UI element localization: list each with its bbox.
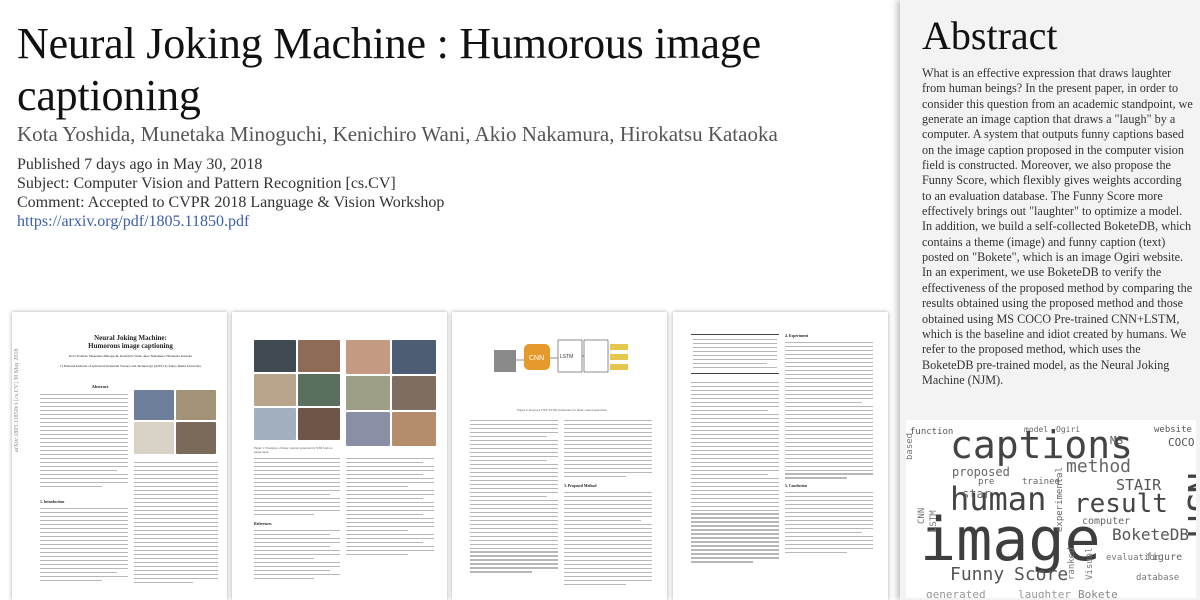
thumb-intro-heading: 1. Introduction bbox=[40, 500, 65, 504]
thumb-figure-photo bbox=[392, 412, 436, 446]
thumb-figure-photo bbox=[176, 390, 216, 420]
thumb-column-text bbox=[691, 382, 779, 565]
thumb-figure-photo bbox=[254, 340, 296, 372]
thumb-column-text bbox=[564, 420, 652, 480]
thumb-figure-photo bbox=[392, 376, 436, 410]
wordcloud-word: Visual bbox=[1085, 547, 1095, 580]
page-thumbnail-4[interactable]: 4. Experiment 5. Conclusion bbox=[673, 312, 888, 600]
wordcloud-word: STAIR bbox=[1116, 476, 1162, 494]
wordcloud-word: function bbox=[910, 427, 953, 437]
thumb-column-text bbox=[564, 492, 652, 588]
thumb-figure-caption: Figure 1: Examples of funny captions gen… bbox=[254, 446, 333, 454]
wordcloud-word: based bbox=[906, 433, 915, 460]
thumb-figure-photo bbox=[298, 408, 340, 440]
thumb-references-heading: References bbox=[254, 522, 272, 526]
flow-label-lstm: LSTM bbox=[560, 354, 573, 360]
wordcloud-word: ranked bbox=[1067, 547, 1077, 580]
abstract-text: What is an effective expression that dra… bbox=[922, 66, 1193, 387]
thumb-method-heading: 3. Proposed Method bbox=[564, 484, 597, 488]
thumb-figure-photo bbox=[298, 374, 340, 406]
page-thumbnail-2[interactable]: Figure 1: Examples of funny captions gen… bbox=[232, 312, 447, 600]
paper-pdf-link[interactable]: https://arxiv.org/pdf/1805.11850.pdf bbox=[17, 213, 249, 230]
wordcloud-word: evaluation bbox=[1106, 553, 1160, 563]
thumb-figure-photo bbox=[346, 376, 390, 410]
wordcloud-word: LSTM bbox=[929, 510, 939, 532]
thumb-abstract-heading: Abstract bbox=[91, 384, 109, 389]
thumb-column-text bbox=[785, 492, 873, 556]
comment-line: Comment: Accepted to CVPR 2018 Language … bbox=[17, 194, 445, 211]
thumb-figure-photo bbox=[254, 374, 296, 406]
wordcloud-word: website bbox=[1154, 425, 1192, 435]
thumb-column-text bbox=[254, 458, 340, 518]
thumb-figure-photo bbox=[134, 422, 174, 454]
page-thumbnail-3[interactable]: CNN LSTM Figure 2: Proposed CNN+LSTM arc… bbox=[452, 312, 667, 600]
thumb-figure-photo bbox=[176, 422, 216, 454]
wordcloud-word: generated bbox=[926, 588, 986, 598]
thumb-column-text bbox=[785, 342, 873, 481]
thumb-figure-photo bbox=[134, 390, 174, 420]
thumb-affiliation: 1) National Institute of Advanced Indust… bbox=[59, 364, 202, 368]
wordcloud-word: Score bbox=[1014, 564, 1068, 585]
thumb-references-text bbox=[346, 458, 434, 558]
wordcloud-word: pre bbox=[978, 477, 994, 487]
thumb-figure-photo bbox=[298, 340, 340, 372]
thumb-figure-caption: Figure 2: Proposed CNN+LSTM architecture… bbox=[517, 408, 607, 412]
thumb-experiment-heading: 4. Experiment bbox=[785, 334, 808, 338]
paper-metadata: Published 7 days ago in May 30, 2018 Sub… bbox=[17, 155, 444, 231]
wordcloud-word: experimental bbox=[1055, 467, 1065, 532]
paper-authors: Kota Yoshida, Munetaka Minoguchi, Kenich… bbox=[17, 122, 778, 146]
thumb-conclusion-heading: 5. Conclusion bbox=[785, 484, 807, 488]
wordcloud-word: database bbox=[1136, 573, 1179, 583]
paper-header-panel: Neural Joking Machine : Humorous image c… bbox=[0, 0, 900, 600]
thumb-column-text bbox=[470, 420, 558, 575]
thumb-authors: Kota Yoshida, Munetaka Minoguchi, Kenich… bbox=[69, 354, 192, 358]
thumb-figure-photo bbox=[346, 412, 390, 446]
flow-label-cnn: CNN bbox=[529, 355, 544, 362]
thumb-architecture-diagram: CNN LSTM bbox=[494, 339, 628, 373]
thumb-abstract-text bbox=[40, 394, 128, 490]
paper-title: Neural Joking Machine : Humorous image c… bbox=[17, 19, 761, 120]
wordcloud-word: computer bbox=[1082, 516, 1130, 527]
thumb-results-table bbox=[691, 334, 779, 374]
word-cloud-graphic: function model Ogiri websitebased captionsMS… bbox=[906, 423, 1196, 598]
thumb-column-text bbox=[134, 462, 218, 586]
thumb-figure-photo bbox=[346, 340, 390, 374]
abstract-panel: Abstract What is an effective expression… bbox=[900, 0, 1200, 600]
subject-line: Subject: Computer Vision and Pattern Rec… bbox=[17, 175, 396, 192]
published-date: Published 7 days ago in May 30, 2018 bbox=[17, 156, 263, 173]
word-cloud: function model Ogiri website based captions MS… bbox=[906, 420, 1196, 598]
page-thumbnail-1[interactable]: arXiv:1805.11850v1 [cs.CV] 30 May 2018 N… bbox=[12, 312, 227, 600]
wordcloud-word: MS bbox=[1110, 434, 1123, 447]
thumb-figure-photo bbox=[392, 340, 436, 374]
thumb-figure-photo bbox=[254, 408, 296, 440]
arxiv-stamp: arXiv:1805.11850v1 [cs.CV] 30 May 2018 bbox=[14, 348, 20, 452]
wordcloud-word: Bokete bbox=[1078, 588, 1118, 598]
wordcloud-word: COCO bbox=[1168, 436, 1195, 449]
thumb-references-text bbox=[254, 530, 340, 582]
thumb-paper-title: Neural Joking Machine: Humorous image ca… bbox=[88, 334, 173, 350]
wordcloud-word: Funny bbox=[950, 564, 1004, 585]
thumb-intro-text bbox=[40, 508, 128, 584]
wordcloud-word: method bbox=[1066, 456, 1131, 477]
wordcloud-word: CNN bbox=[917, 508, 927, 524]
wordcloud-word: laughter bbox=[1018, 588, 1071, 598]
abstract-heading: Abstract bbox=[922, 13, 1058, 58]
wordcloud-word: star bbox=[962, 487, 991, 501]
wordcloud-word: BoketeDB bbox=[1112, 525, 1189, 544]
